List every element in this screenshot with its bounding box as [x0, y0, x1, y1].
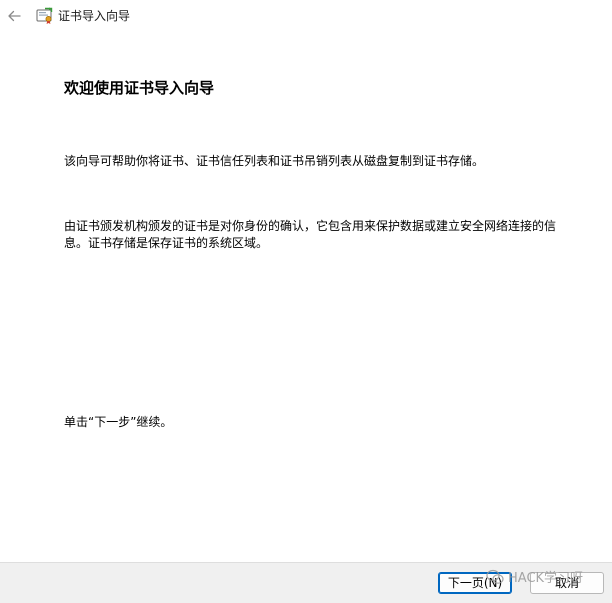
cancel-button[interactable]: 取消: [530, 572, 604, 594]
arrow-left-icon: [8, 10, 21, 22]
back-button[interactable]: [4, 6, 24, 26]
continue-instruction: 单击“下一步”继续。: [64, 415, 173, 429]
title-bar: 证书导入向导: [0, 0, 612, 32]
certificate-import-wizard-window: 证书导入向导 欢迎使用证书导入向导 该向导可帮助你将证书、证书信任列表和证书吊销…: [0, 0, 612, 603]
certificate-description: 由证书颁发机构颁发的证书是对你身份的确认，它包含用来保护数据或建立安全网络连接的…: [64, 219, 557, 250]
next-button[interactable]: 下一页(N): [438, 572, 512, 594]
wizard-content: 欢迎使用证书导入向导 该向导可帮助你将证书、证书信任列表和证书吊销列表从磁盘复制…: [0, 32, 612, 562]
intro-paragraph: 该向导可帮助你将证书、证书信任列表和证书吊销列表从磁盘复制到证书存储。: [64, 154, 485, 168]
window-title: 证书导入向导: [58, 9, 131, 23]
page-title: 欢迎使用证书导入向导: [64, 79, 215, 97]
certificate-icon: [36, 7, 53, 24]
wizard-footer: 下一页(N) 取消: [0, 562, 612, 603]
